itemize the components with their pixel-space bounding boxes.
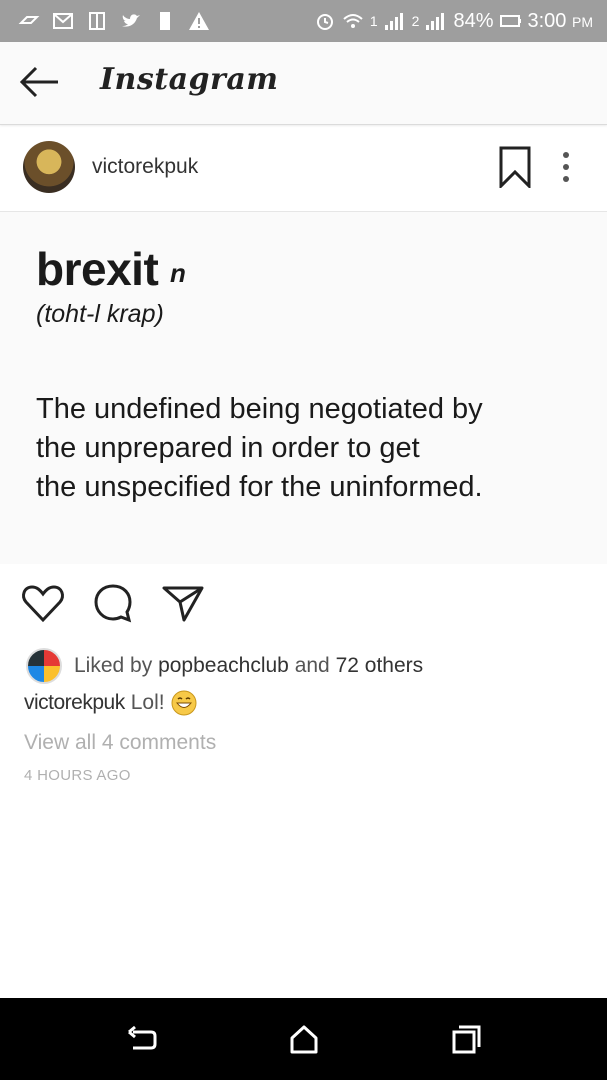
caption-username[interactable]: victorekpuk (24, 691, 125, 715)
clock: 3:00 PM (528, 10, 594, 33)
signal-sim2-label: 2 (411, 13, 420, 29)
status-bar: 1 2 84% 3:00 PM (0, 0, 607, 42)
system-status: 1 2 84% 3:00 PM (314, 10, 607, 33)
link-icon (18, 11, 40, 31)
send-icon[interactable] (160, 580, 206, 626)
warning-icon (188, 11, 210, 31)
definition-line: the unprepared in order to get (36, 432, 420, 464)
avatar[interactable] (23, 141, 75, 193)
post-actions (20, 580, 206, 628)
definition-word: brexit (36, 243, 159, 295)
avatar (26, 648, 62, 684)
back-arrow-icon[interactable] (18, 64, 62, 100)
battery-icon (499, 11, 522, 31)
back-nav-icon[interactable] (123, 1022, 159, 1056)
post-username[interactable]: victorekpuk (92, 155, 198, 179)
more-vertical-icon[interactable] (555, 150, 577, 184)
pronunciation: (toht-l krap) (36, 300, 164, 328)
heart-icon[interactable] (20, 580, 66, 626)
part-of-speech: n (170, 258, 186, 288)
signal-icon (425, 11, 447, 31)
view-all-comments-link[interactable]: View all 4 comments (24, 731, 216, 755)
clock-suffix: PM (572, 13, 593, 30)
caption: victorekpuk Lol! (24, 690, 197, 716)
device-icon (86, 11, 108, 31)
gmail-icon (52, 11, 74, 31)
likes-text: Liked by popbeachclub and 72 others (74, 654, 423, 678)
signal-sim1-label: 1 (369, 13, 378, 29)
twitter-icon (120, 11, 142, 31)
home-nav-icon[interactable] (286, 1022, 322, 1056)
grinning-emoji-icon (171, 690, 197, 716)
likes-user[interactable]: popbeachclub (158, 654, 289, 677)
app-bar: Instagram (0, 42, 607, 125)
likes-others[interactable]: 72 others (336, 654, 424, 677)
likes-summary[interactable]: Liked by popbeachclub and 72 others (26, 648, 423, 684)
likes-middle: and (294, 654, 330, 677)
caption-text: Lol! (130, 691, 165, 714)
definition-line: the unspecified for the uninformed. (36, 471, 483, 503)
signal-icon (384, 11, 406, 31)
definition-line: The undefined being negotiated by (36, 393, 483, 425)
app-title: Instagram (100, 62, 279, 97)
notification-icons (0, 11, 210, 31)
battery-percent: 84% (453, 9, 494, 32)
likes-prefix: Liked by (74, 654, 153, 677)
post-timestamp: 4 HOURS AGO (24, 767, 131, 784)
system-nav-bar (0, 998, 607, 1080)
comment-icon[interactable] (90, 580, 136, 626)
clock-time: 3:00 (527, 9, 567, 32)
bookmark-icon[interactable] (498, 146, 532, 190)
sd-card-icon (154, 11, 176, 31)
alarm-icon (314, 11, 336, 31)
post-image[interactable]: brexit n (toht-l krap) The undefined bei… (0, 212, 607, 564)
recents-nav-icon[interactable] (448, 1022, 484, 1056)
wifi-icon (342, 11, 364, 31)
post-header: victorekpuk (0, 124, 607, 212)
definition-text: The undefined being negotiated by the un… (36, 390, 483, 507)
